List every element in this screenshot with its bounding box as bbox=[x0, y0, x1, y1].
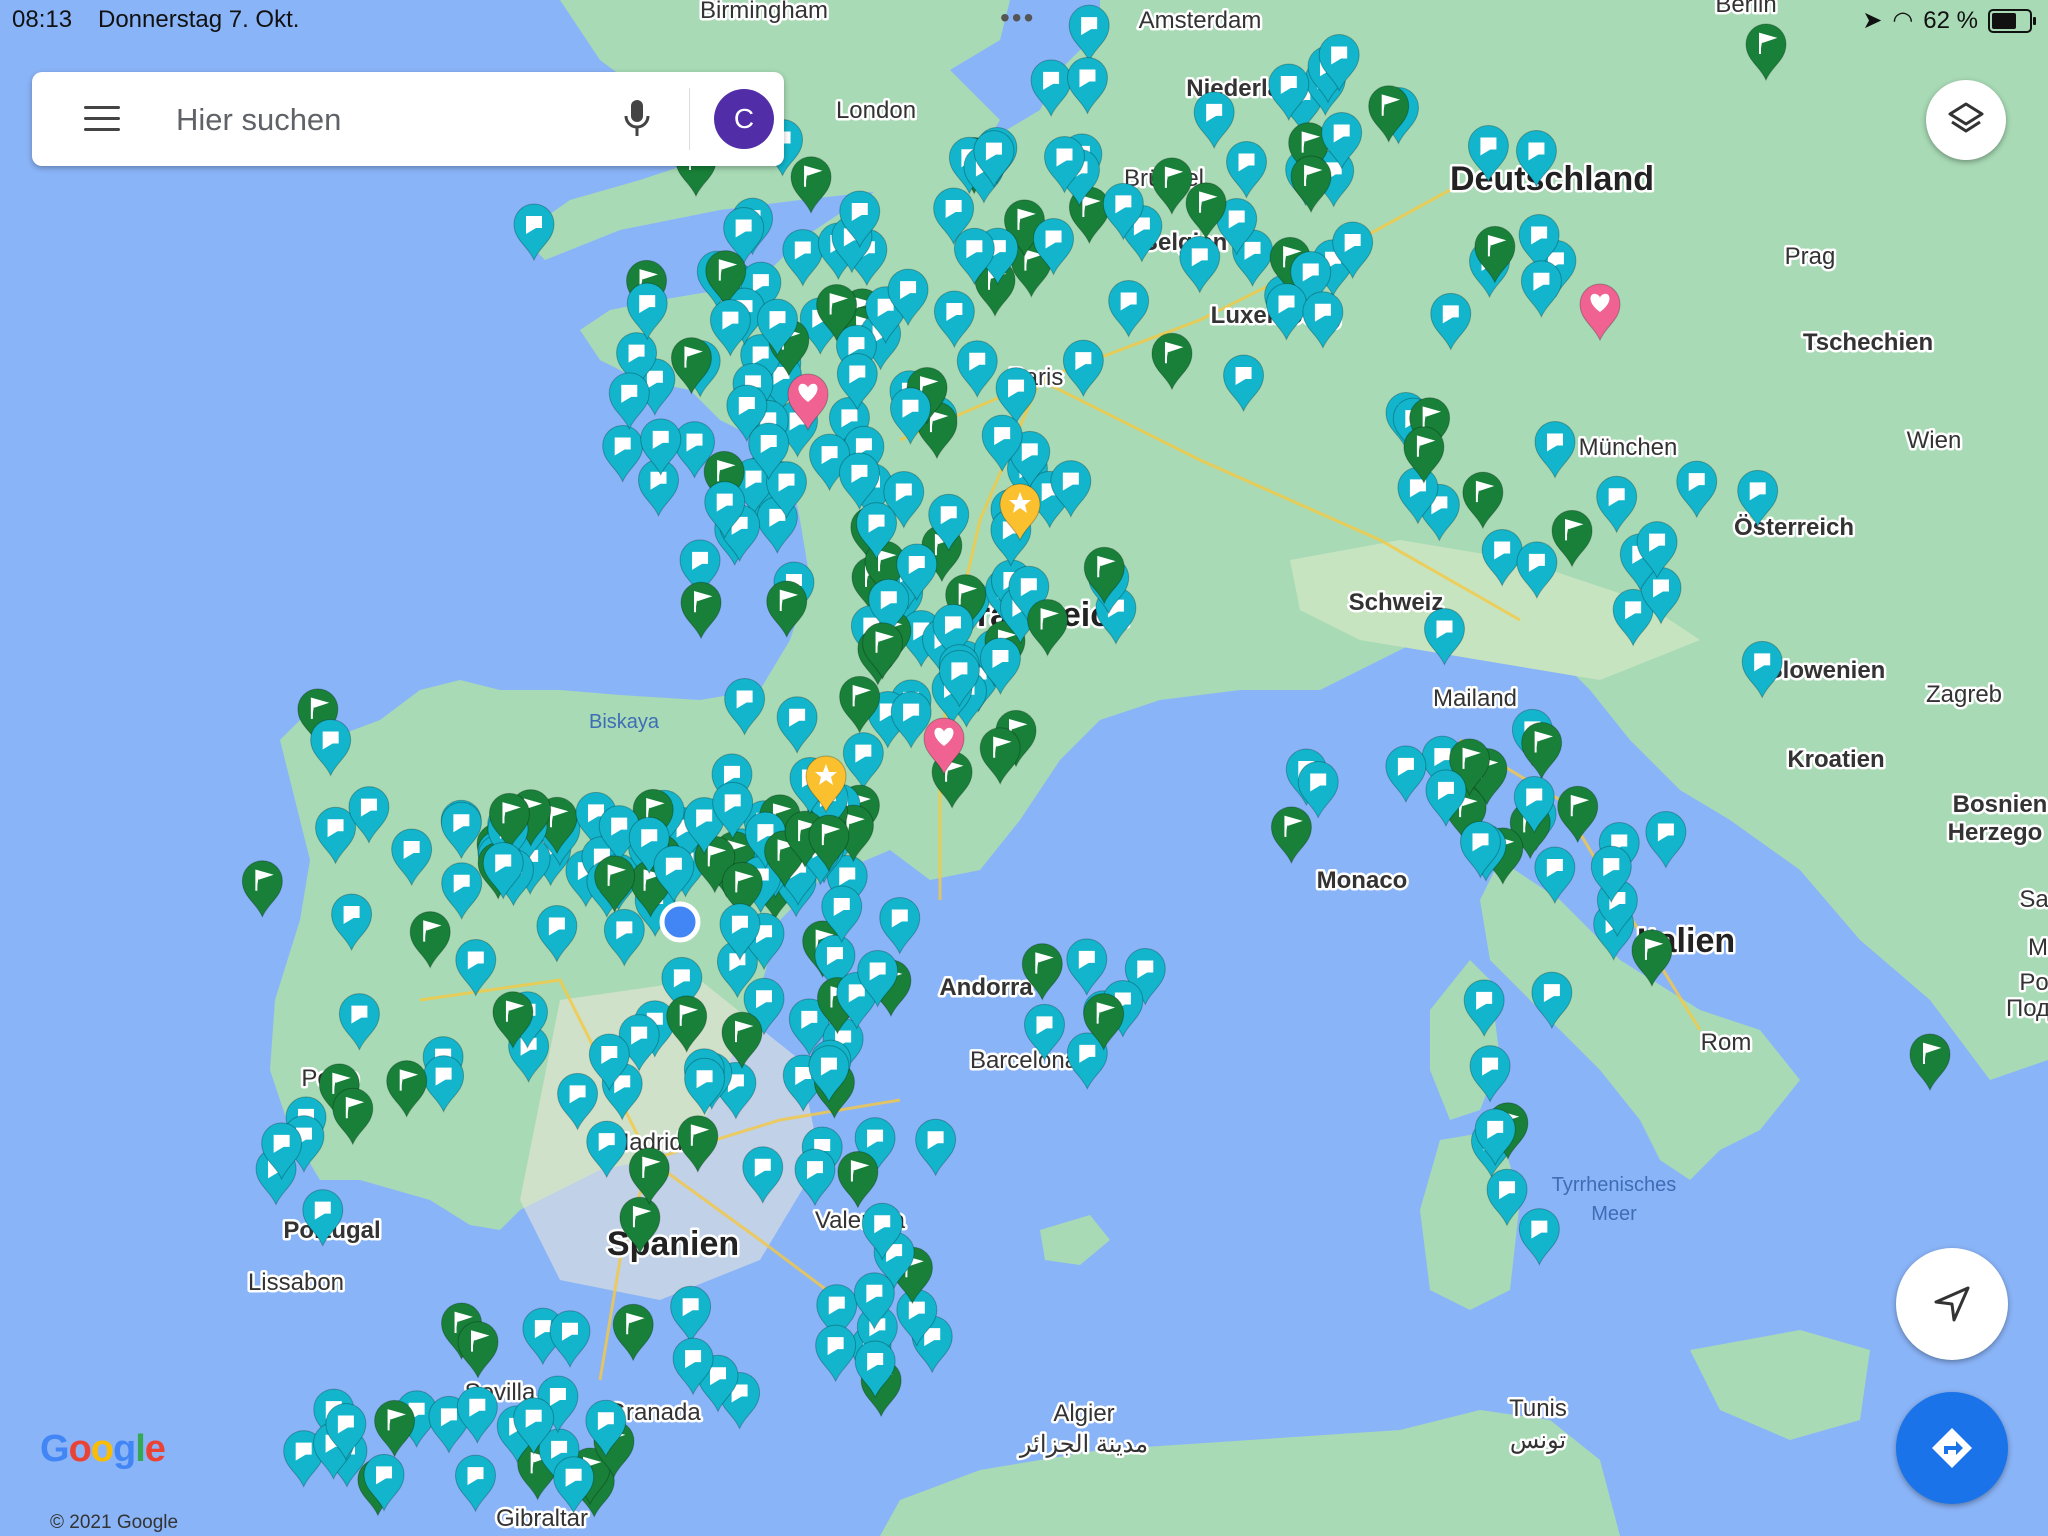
status-time: 08:13 bbox=[12, 6, 73, 33]
layers-icon bbox=[1948, 102, 1984, 133]
edge-label-fragment: Po bbox=[2019, 969, 2048, 996]
location-arrow-icon: ➤ bbox=[1862, 7, 1883, 34]
directions-icon bbox=[1932, 1428, 1972, 1468]
multitasking-dots[interactable]: ••• bbox=[1000, 2, 1035, 34]
wifi-icon: ◠ bbox=[1892, 7, 1914, 34]
status-date: Donnerstag 7. Okt. bbox=[98, 6, 300, 33]
search-input[interactable]: Hier suchen bbox=[176, 102, 341, 138]
city-label: London bbox=[836, 97, 916, 124]
directions-button[interactable] bbox=[1896, 1392, 2008, 1504]
country-label: Schweiz bbox=[1349, 589, 1444, 616]
battery-icon bbox=[1988, 8, 2036, 33]
country-label: Tschechien bbox=[1803, 329, 1933, 356]
copyright-text: © 2021 Google bbox=[50, 1512, 179, 1533]
country-label: Monaco bbox=[1317, 867, 1408, 894]
city-label: Tunis bbox=[1509, 1395, 1567, 1422]
city-label: München bbox=[1579, 434, 1678, 461]
search-divider bbox=[689, 88, 690, 150]
country-label: Slowenien bbox=[1767, 657, 1886, 684]
city-label: مدينة الجزائر bbox=[1019, 1431, 1148, 1458]
status-bar: 08:13 Donnerstag 7. Okt. ••• ➤ ◠ 62 % bbox=[0, 0, 2048, 40]
city-label: تونس bbox=[1510, 1427, 1566, 1454]
city-label: Prag bbox=[1785, 243, 1836, 270]
city-label: Mailand bbox=[1433, 685, 1517, 712]
google-logo: Google bbox=[40, 1428, 166, 1470]
microphone-icon[interactable] bbox=[622, 98, 652, 140]
country-label: Herzego bbox=[1948, 819, 2043, 846]
menu-icon[interactable] bbox=[84, 106, 120, 139]
city-label: Algier bbox=[1053, 1400, 1114, 1427]
edge-label-fragment: Sa bbox=[2019, 886, 2048, 913]
country-label: Kroatien bbox=[1787, 746, 1884, 773]
country-label: Andorra bbox=[939, 974, 1033, 1001]
country-label: Österreich bbox=[1734, 514, 1854, 541]
layers-button[interactable] bbox=[1926, 80, 2006, 160]
navigation-arrow-icon bbox=[1934, 1286, 1970, 1322]
search-bar[interactable]: Hier suchen C bbox=[32, 72, 784, 166]
sea-label: Tyrrhenisches bbox=[1552, 1174, 1677, 1196]
city-label: Wien bbox=[1907, 427, 1962, 454]
city-label: Zagreb bbox=[1926, 681, 2002, 708]
edge-label-fragment: M bbox=[2028, 934, 2048, 961]
sea-label: Biskaya bbox=[589, 711, 660, 733]
city-label: Barcelona bbox=[970, 1047, 1079, 1074]
avatar[interactable]: C bbox=[714, 89, 774, 149]
battery-percent: 62 % bbox=[1923, 6, 1978, 34]
edge-label-fragment: Под bbox=[2006, 995, 2048, 1022]
city-label: Rom bbox=[1701, 1029, 1752, 1056]
current-location-dot bbox=[659, 901, 701, 943]
my-location-button[interactable] bbox=[1896, 1248, 2008, 1360]
sea-label: Meer bbox=[1591, 1203, 1637, 1225]
map-canvas[interactable]: DeutschlandFrankreichSpanienItalienPortu… bbox=[0, 0, 2048, 1536]
city-label: Lissabon bbox=[248, 1269, 344, 1296]
country-label: Bosnien bbox=[1953, 791, 2048, 818]
